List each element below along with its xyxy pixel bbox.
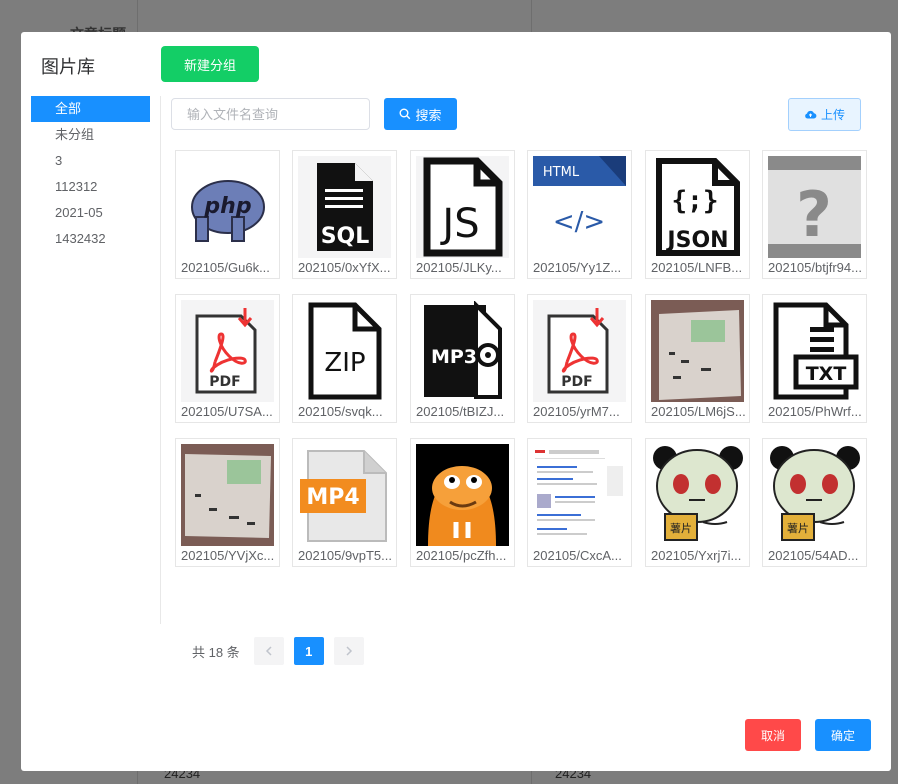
svg-text:薯片: 薯片 [787, 522, 809, 535]
file-tile[interactable]: PDF 202105/yrM7... [527, 294, 632, 423]
file-tile[interactable]: MP3 202105/tBIZJ... [410, 294, 515, 423]
sql-file-icon: SQL [298, 156, 391, 258]
cartoon-image [416, 444, 509, 546]
cancel-button[interactable]: 取消 [745, 719, 801, 751]
file-name: 202105/9vpT5... [298, 549, 392, 563]
file-name: 202105/CxcA... [533, 549, 622, 563]
file-name: 202105/svqk... [298, 405, 383, 419]
svg-text:TXT: TXT [805, 363, 846, 385]
file-name: 202105/U7SA... [181, 405, 273, 419]
svg-text:MP3: MP3 [430, 346, 476, 368]
panda-meme-image: 薯片 [651, 444, 744, 546]
file-tile[interactable]: 薯片 202105/Yxrj7i... [645, 438, 750, 567]
file-tile[interactable]: ? 202105/btjfr94... [762, 150, 867, 279]
file-tile[interactable]: 202105/CxcA... [527, 438, 632, 567]
sidebar-item-all[interactable]: 全部 [31, 96, 150, 122]
file-tile[interactable]: JS 202105/JLKy... [410, 150, 515, 279]
search-button-label: 搜索 [415, 107, 442, 123]
pagination: 共 18 条 1 [192, 637, 374, 665]
file-name: 202105/PhWrf... [768, 405, 862, 419]
confirm-button[interactable]: 确定 [815, 719, 871, 751]
file-tile[interactable]: PDF 202105/U7SA... [175, 294, 280, 423]
image-library-modal: 图片库 新建分组 全部 未分组 3 112312 2021-05 1432432… [21, 32, 891, 771]
file-tile[interactable]: HTML </> 202105/Yy1Z... [527, 150, 632, 279]
svg-text:JS: JS [439, 201, 479, 247]
search-input[interactable] [171, 98, 370, 130]
search-button[interactable]: 搜索 [384, 98, 457, 130]
search-icon [399, 108, 411, 120]
pdf-file-icon: PDF [533, 300, 626, 402]
chevron-left-icon [265, 646, 272, 656]
html-file-icon: HTML </> [533, 156, 626, 258]
sidebar-item-group[interactable]: 112312 [31, 174, 150, 200]
svg-text:PDF: PDF [561, 374, 592, 390]
file-name: 202105/tBIZJ... [416, 405, 505, 419]
svg-text:薯片: 薯片 [670, 522, 692, 535]
file-tile[interactable]: {;} JSON 202105/LNFB... [645, 150, 750, 279]
upload-button[interactable]: 上传 [788, 98, 861, 131]
js-file-icon: JS [416, 156, 509, 258]
file-tile[interactable]: 薯片 202105/54AD... [762, 438, 867, 567]
file-name: 202105/LNFB... [651, 261, 743, 275]
file-tile[interactable]: SQL 202105/0xYfX... [292, 150, 397, 279]
svg-text:PDF: PDF [209, 374, 240, 390]
chevron-right-icon [346, 646, 352, 656]
pagination-total: 共 18 条 [192, 644, 240, 660]
unknown-file-icon: ? [768, 156, 861, 258]
cloud-upload-icon [805, 110, 817, 119]
sidebar-divider [160, 96, 161, 624]
file-name: 202105/LM6jS... [651, 405, 746, 419]
file-tile[interactable]: 202105/LM6jS... [645, 294, 750, 423]
svg-text:</>: </> [553, 207, 605, 237]
txt-file-icon: TXT [768, 300, 861, 402]
file-name: 202105/btjfr94... [768, 261, 862, 275]
svg-text:HTML: HTML [543, 165, 580, 180]
next-page-button[interactable] [333, 637, 364, 665]
file-name: 202105/YVjXc... [181, 549, 275, 563]
file-name: 202105/Yy1Z... [533, 261, 622, 275]
file-name: 202105/JLKy... [416, 261, 502, 275]
svg-text:ZIP: ZIP [324, 348, 365, 378]
zip-file-icon: ZIP [298, 300, 391, 402]
file-name: 202105/Yxrj7i... [651, 549, 742, 563]
sidebar-item-group[interactable]: 2021-05 [31, 200, 150, 226]
modal-title: 图片库 [41, 57, 95, 77]
screenshot-image [533, 444, 626, 546]
photo-document-image [181, 444, 274, 546]
mp4-file-icon: MP4 [298, 444, 391, 546]
file-name: 202105/0xYfX... [298, 261, 391, 275]
svg-text:{;}: {;} [671, 186, 718, 216]
upload-button-label: 上传 [820, 108, 845, 122]
file-tile[interactable]: 202105/pcZfh... [410, 438, 515, 567]
sidebar-item-group[interactable]: 1432432 [31, 226, 150, 252]
file-name: 202105/Gu6k... [181, 261, 270, 275]
file-tile[interactable]: TXT 202105/PhWrf... [762, 294, 867, 423]
file-name: 202105/pcZfh... [416, 549, 507, 563]
file-tile[interactable]: php 202105/Gu6k... [175, 150, 280, 279]
file-name: 202105/54AD... [768, 549, 859, 563]
file-tile[interactable]: ZIP 202105/svqk... [292, 294, 397, 423]
svg-text:SQL: SQL [320, 224, 369, 249]
file-tile[interactable]: MP4 202105/9vpT5... [292, 438, 397, 567]
svg-text:JSON: JSON [665, 228, 728, 253]
php-icon: php [181, 156, 274, 258]
panda-meme-image: 薯片 [768, 444, 861, 546]
mp3-file-icon: MP3 [416, 300, 509, 402]
new-group-button[interactable]: 新建分组 [161, 46, 259, 82]
sidebar-item-group[interactable]: 3 [31, 148, 150, 174]
photo-document-image [651, 300, 744, 402]
svg-text:php: php [203, 194, 251, 219]
file-tile[interactable]: 202105/YVjXc... [175, 438, 280, 567]
page-number[interactable]: 1 [293, 637, 324, 665]
json-file-icon: {;} JSON [651, 156, 744, 258]
sidebar-item-ungrouped[interactable]: 未分组 [31, 122, 150, 148]
svg-text:MP4: MP4 [306, 485, 359, 510]
pdf-file-icon: PDF [181, 300, 274, 402]
prev-page-button[interactable] [253, 637, 284, 665]
file-name: 202105/yrM7... [533, 405, 620, 419]
group-sidebar: 全部 未分组 3 112312 2021-05 1432432 [31, 96, 150, 252]
svg-text:?: ? [796, 178, 832, 251]
